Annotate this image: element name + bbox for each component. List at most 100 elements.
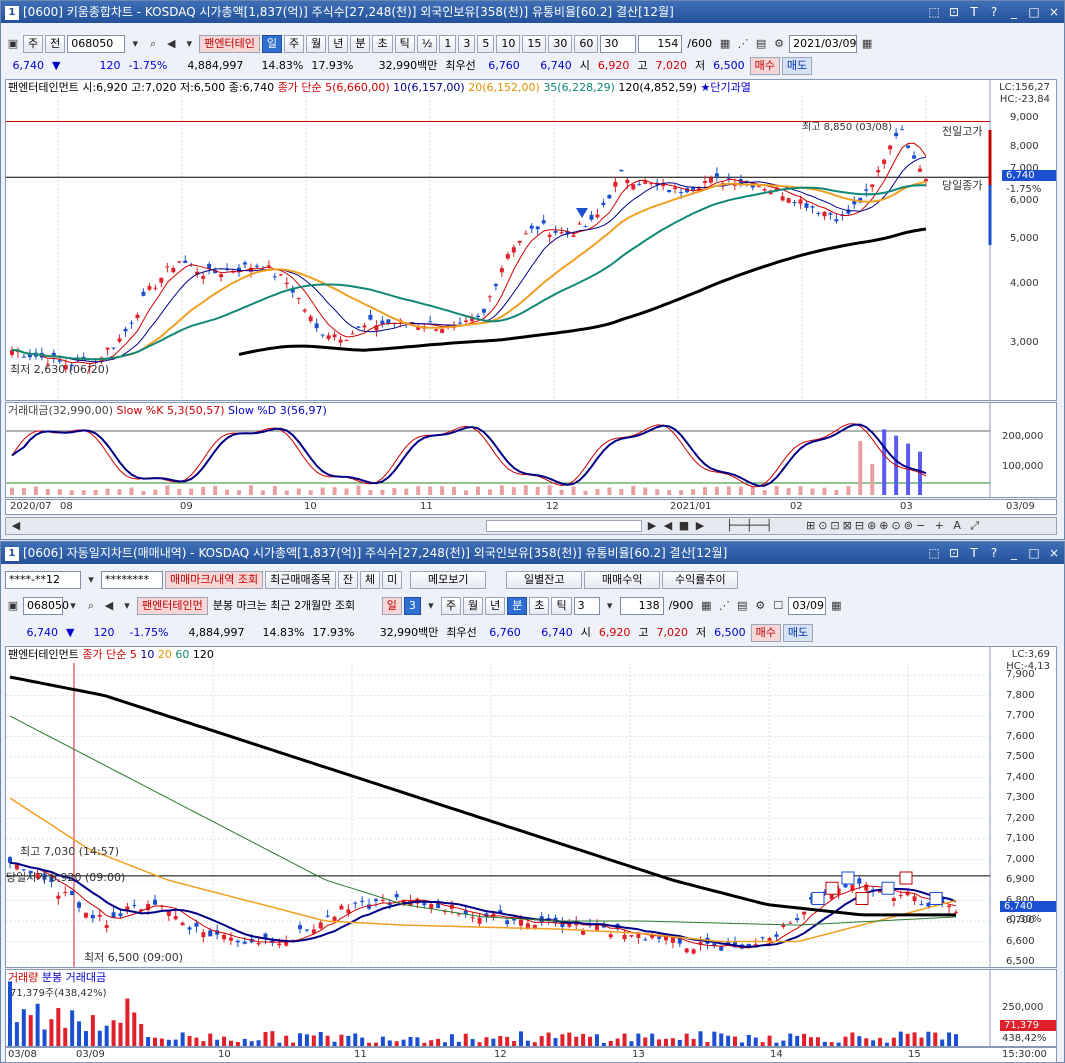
period-tick[interactable]: 틱 [551,597,572,615]
search-icon[interactable]: ⌕ [145,36,161,52]
frac-3[interactable]: 3 [458,35,476,53]
maximize-icon[interactable]: □ [1024,1,1044,23]
scroll-left-icon[interactable]: ◀ [8,518,24,534]
recent-trades-button[interactable]: 최근매매종목 [265,571,336,589]
help-icon[interactable]: ? [984,1,1004,23]
code-input[interactable]: 068050 [67,35,126,53]
top-title-bar[interactable]: 1 [0600] 키움종합차트 - KOSDAQ 시가총액[1,837(억)] 주… [1,1,1064,23]
buy-button[interactable]: 매수 [750,624,781,642]
buy-button[interactable]: 매수 [749,57,780,75]
stock-name[interactable]: 팬엔터테인 [199,35,260,53]
code-input[interactable]: 068050 [23,597,69,615]
gear-icon[interactable]: ⚙ [771,36,787,52]
zoom-slider-icon[interactable]: ├──┼──┤ [726,518,806,534]
date-input[interactable]: 2021/03/09 [789,35,858,53]
period-week[interactable]: 주 [283,35,305,53]
prev-button[interactable]: 전 [45,35,66,53]
calendar-icon[interactable]: ▦ [828,598,844,614]
chevron-down-icon[interactable]: ▾ [423,598,439,614]
close-icon[interactable]: × [1044,1,1064,23]
chevron-down-icon[interactable]: ▾ [119,598,135,614]
period-minute[interactable]: 분 [350,35,371,53]
stop-icon[interactable]: ■ [676,518,692,534]
period-month[interactable]: 월 [462,597,484,615]
maximize-icon[interactable]: □ [1024,542,1044,564]
scroll-right-icon[interactable]: ▶ [644,518,660,534]
scroll-thumb[interactable] [486,520,642,532]
trade-profit-button[interactable]: 매매수익 [584,571,661,589]
trade-mark-button[interactable]: 매매마크/내역 조회 [165,571,264,589]
period-minute[interactable]: 분 [507,597,528,615]
help-icon[interactable]: ? [984,542,1004,564]
count-input[interactable]: 154 [638,35,683,53]
minimize-icon[interactable]: _ [1004,1,1024,23]
tools-icon[interactable]: ⊞⊙⊡⊠⊟⊛⊕⊙⊚− + A ⤢ [806,518,1036,534]
period-tick[interactable]: 틱 [394,35,415,53]
gear-icon[interactable]: ⚙ [752,598,768,614]
chevron-down-icon[interactable]: ▾ [127,36,143,52]
unfilled-button[interactable]: 미 [382,571,403,589]
chart-icon[interactable]: ⋰ [735,36,751,52]
period-week[interactable]: 주 [440,597,461,615]
frac-half[interactable]: ½ [416,35,438,53]
memo-button[interactable]: 메모보기 [410,571,487,589]
grid-icon[interactable]: ▦ [717,36,733,52]
period-dropdown[interactable]: 주 [23,35,44,53]
frac-1[interactable]: 1 [439,35,457,53]
stock-name[interactable]: 팬엔터테인먼 [137,597,208,615]
filled-button[interactable]: 체 [360,571,381,589]
period-month[interactable]: 월 [306,35,327,53]
window-sync-icon[interactable]: ⊡ [944,1,964,23]
top-price-panel[interactable]: 팬엔터테인먼트 시:6,920 고:7,020 저:6,500 종:6,740 … [5,79,1057,401]
frac-15[interactable]: 15 [522,35,547,53]
text-icon[interactable]: T [964,542,984,564]
count-input[interactable]: 138 [619,597,664,615]
period-num[interactable]: 3 [403,597,421,615]
lock-icon[interactable]: ▣ [5,36,21,52]
num-select[interactable]: 3 [573,597,600,615]
period-year[interactable]: 년 [485,597,506,615]
lock-icon[interactable]: ▣ [5,598,21,614]
calendar-icon[interactable]: ▦ [859,36,875,52]
checkbox-icon[interactable]: ☐ [770,598,786,614]
save-icon[interactable]: ▤ [734,598,750,614]
minimize-icon[interactable]: _ [1004,542,1024,564]
frac-30[interactable]: 30 [548,35,573,53]
close-icon[interactable]: × [1044,542,1064,564]
speaker-icon[interactable]: ◀ [101,598,117,614]
date-input[interactable]: 03/09 [788,597,827,615]
play-back-icon[interactable]: ◀ [660,518,676,534]
account-input[interactable]: ****-**12 [5,571,81,589]
return-trend-button[interactable]: 수익률추이 [662,571,739,589]
daily-balance-button[interactable]: 일별잔고 [506,571,583,589]
save-icon[interactable]: ▤ [753,36,769,52]
speaker-icon[interactable]: ◀ [163,36,179,52]
chevron-down-icon[interactable]: ▾ [181,36,197,52]
bottom-title-bar[interactable]: 1 [0606] 자동일지차트(매매내역) - KOSDAQ 시가총액[1,837… [1,542,1064,564]
chevron-down-icon[interactable]: ▾ [65,598,81,614]
period-second[interactable]: 초 [372,35,393,53]
balance-button[interactable]: 잔 [337,571,359,589]
period-second[interactable]: 초 [529,597,550,615]
frac-10[interactable]: 10 [496,35,521,53]
num-select[interactable]: 30 [600,35,637,53]
password-input[interactable]: ******** [101,571,163,589]
window-sync-icon[interactable]: ⊡ [944,542,964,564]
period-day[interactable]: 일 [261,35,282,53]
top-sub-panel[interactable]: 거래대금(32,990,00) Slow %K 5,3(50,57) Slow … [5,402,1057,498]
sell-button[interactable]: 매도 [781,57,813,75]
chevron-down-icon[interactable]: ▾ [83,572,99,588]
play-icon[interactable]: ▶ [692,518,708,534]
bottom-sub-panel[interactable]: 거래량 분봉 거래대금 71,379주(438,42%) 250,000 71,… [5,969,1057,1047]
frac-5[interactable]: 5 [477,35,495,53]
chart-icon[interactable]: ⋰ [716,598,732,614]
chevron-down-icon[interactable]: ▾ [602,598,618,614]
window-link-icon[interactable]: ⬚ [924,542,944,564]
sell-button[interactable]: 매도 [782,624,814,642]
period-day[interactable]: 일 [381,597,402,615]
grid-icon[interactable]: ▦ [698,598,714,614]
period-year[interactable]: 년 [328,35,349,53]
top-scrollbar[interactable]: ◀ ▶ ◀ ■ ▶ ├──┼──┤ ⊞⊙⊡⊠⊟⊛⊕⊙⊚− + A ⤢ [5,517,1057,535]
text-icon[interactable]: T [964,1,984,23]
frac-60[interactable]: 60 [574,35,599,53]
